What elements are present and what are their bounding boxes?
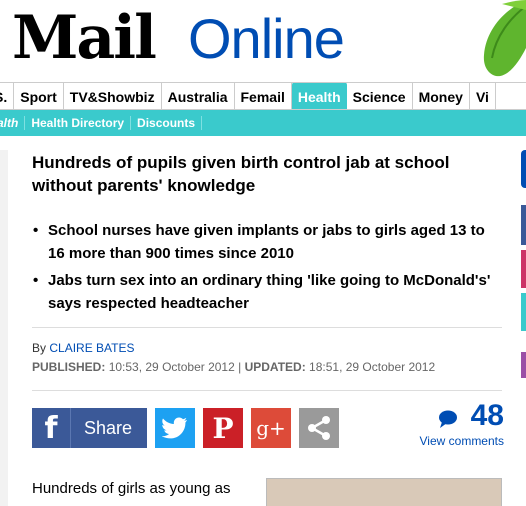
pinterest-share-button[interactable]: P [203,408,243,448]
online-logo[interactable]: Online [188,6,345,72]
nav-item-video[interactable]: Vi [470,83,496,109]
pinterest-icon: P [212,411,234,445]
subnav-item-health-directory[interactable]: Health Directory [25,116,132,130]
article-photo[interactable] [266,478,502,506]
subnav-item-discounts[interactable]: Discounts [131,116,203,130]
leaf-icon [483,0,526,77]
masthead: Mail Online [0,0,526,82]
updated-label: UPDATED: [244,360,306,374]
googleplus-icon: g+ [256,416,286,440]
facebook-share-label: Share [84,417,133,438]
article-bullets: • School nurses have given implants or ja… [32,219,497,319]
article-dates: PUBLISHED: 10:53, 29 October 2012 | UPDA… [32,360,482,374]
nav-item-science[interactable]: Science [347,83,413,109]
bullet-text: School nurses have given implants or jab… [48,222,485,262]
facebook-icon: f [32,408,71,448]
view-comments-link[interactable]: View comments [420,434,504,448]
article-headline: Hundreds of pupils given birth control j… [32,153,450,195]
share-bar: f Share P g+ [32,408,339,448]
bullet-text: Jabs turn sex into an ordinary thing 'li… [48,272,491,312]
nav-item-femail[interactable]: Femail [235,83,292,109]
secondary-nav: alth Health Directory Discounts [0,110,526,136]
more-share-button[interactable] [299,408,339,448]
published-time: 10:53, 29 October 2012 [108,360,235,374]
nav-item-partial[interactable]: S. [0,83,15,109]
sidebar-tile[interactable] [521,250,526,288]
byline: By CLAIRE BATES [32,341,135,355]
comment-bubble-icon [439,410,457,428]
article-body: Hundreds of girls as young as [32,480,231,497]
updated-time: 18:51, 29 October 2012 [309,360,436,374]
share-more-icon [308,416,330,440]
nav-item-australia[interactable]: Australia [162,83,235,109]
twitter-icon [162,417,187,439]
nav-item-money[interactable]: Money [413,83,470,109]
author-link[interactable]: CLAIRE BATES [49,341,134,355]
date-separator: | [238,360,242,374]
primary-nav: S. Sport TV&Showbiz Australia Femail Hea… [0,82,526,110]
sidebar-tile[interactable] [521,205,526,245]
nav-item-tvshowbiz[interactable]: TV&Showbiz [64,83,162,109]
left-column-edge [0,150,8,506]
twitter-share-button[interactable] [155,408,195,448]
subnav-item-health[interactable]: alth [0,116,26,130]
bullet-dot-icon: • [33,272,39,289]
sidebar-tile[interactable] [521,352,526,378]
sidebar-tile[interactable] [521,293,526,331]
nav-item-health[interactable]: Health [291,83,347,109]
bullet-dot-icon: • [33,222,39,239]
googleplus-share-button[interactable]: g+ [251,408,291,448]
byline-prefix: By [32,341,47,355]
comments-widget[interactable]: 48 View comments [410,400,504,450]
published-label: PUBLISHED: [32,360,106,374]
mail-logo[interactable]: Mail [12,2,157,74]
sidebar-tile[interactable] [521,150,526,188]
bullet-item: • School nurses have given implants or ja… [32,219,497,265]
comment-count[interactable]: 48 [471,400,504,432]
byline-block: By CLAIRE BATES PUBLISHED: 10:53, 29 Oct… [32,327,502,391]
facebook-share-button[interactable]: f Share [32,408,147,448]
bullet-item: • Jabs turn sex into an ordinary thing 'l… [32,269,497,315]
nav-item-sport[interactable]: Sport [14,83,64,109]
